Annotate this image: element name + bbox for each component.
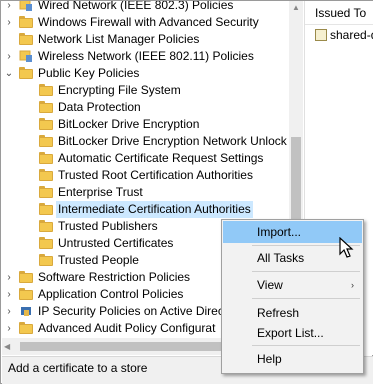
folder-icon bbox=[19, 67, 33, 79]
tree-item-label: Intermediate Certification Authorities bbox=[56, 201, 253, 218]
tree-item-label: Encrypting File System bbox=[58, 83, 181, 97]
tree-item[interactable]: Automatic Certificate Request Settings bbox=[2, 150, 289, 167]
folder-icon bbox=[39, 118, 53, 130]
certificate-icon bbox=[315, 29, 327, 41]
horizontal-scroll-thumb[interactable] bbox=[20, 342, 242, 351]
expand-chevron-icon bbox=[23, 218, 35, 235]
tree-item[interactable]: Encrypting File System bbox=[2, 82, 289, 99]
expand-chevron-icon bbox=[23, 99, 35, 116]
expand-chevron-icon bbox=[23, 82, 35, 99]
tree-item-label: Public Key Policies bbox=[38, 66, 140, 80]
menu-separator bbox=[252, 271, 360, 272]
tree-item[interactable]: Data Protection bbox=[2, 99, 289, 116]
expand-chevron-icon[interactable]: › bbox=[3, 286, 15, 303]
network-policy-icon bbox=[19, 50, 32, 62]
context-menu-item-help[interactable]: Help bbox=[223, 348, 362, 370]
menu-separator bbox=[252, 345, 360, 346]
folder-icon bbox=[39, 203, 53, 215]
tree-item-label: Trusted Publishers bbox=[58, 219, 158, 233]
tree-item[interactable]: › Wired Network (IEEE 802.3) Policies bbox=[2, 1, 289, 14]
mouse-pointer-icon bbox=[339, 237, 354, 258]
context-menu-item-label: View bbox=[257, 278, 283, 292]
expand-chevron-icon bbox=[23, 133, 35, 150]
expand-chevron-icon bbox=[23, 150, 35, 167]
tree-item-label: Data Protection bbox=[58, 100, 141, 114]
context-menu-item-view[interactable]: View › bbox=[223, 274, 362, 296]
tree-item-label: Windows Firewall with Advanced Security bbox=[38, 15, 259, 29]
tree-item-label: Automatic Certificate Request Settings bbox=[58, 151, 264, 165]
tree-item-label: Trusted Root Certification Authorities bbox=[58, 168, 253, 182]
folder-icon bbox=[19, 16, 33, 28]
folder-icon bbox=[39, 186, 53, 198]
expand-chevron-icon[interactable]: › bbox=[3, 14, 15, 31]
expand-chevron-icon bbox=[23, 167, 35, 184]
tree-item-label: Enterprise Trust bbox=[58, 185, 143, 199]
tree-item[interactable]: Enterprise Trust bbox=[2, 184, 289, 201]
folder-icon bbox=[19, 288, 33, 300]
menu-separator bbox=[252, 298, 360, 299]
context-menu-item-refresh[interactable]: Refresh bbox=[223, 302, 362, 324]
tree-item-label: Wireless Network (IEEE 802.11) Policies bbox=[38, 49, 254, 63]
expand-chevron-icon[interactable]: › bbox=[3, 303, 15, 320]
tree-item-label: Untrusted Certificates bbox=[58, 236, 174, 250]
column-header-issued-to[interactable]: Issued To bbox=[305, 1, 373, 25]
tree-item-label: Software Restriction Policies bbox=[38, 270, 191, 284]
folder-icon bbox=[39, 101, 53, 113]
mmc-window: › Wired Network (IEEE 802.3) Policies › Win… bbox=[0, 0, 373, 384]
certificate-label: shared-d bbox=[330, 28, 373, 42]
context-menu-item-label: Help bbox=[257, 352, 282, 366]
folder-icon bbox=[19, 33, 33, 45]
tree-item[interactable]: ⌄ Public Key Policies bbox=[2, 65, 289, 82]
tree-item[interactable]: Trusted Root Certification Authorities bbox=[2, 167, 289, 184]
network-policy-icon bbox=[19, 1, 32, 11]
folder-icon bbox=[39, 152, 53, 164]
expand-chevron-icon[interactable]: › bbox=[3, 48, 15, 65]
expand-chevron-icon[interactable]: › bbox=[3, 269, 15, 286]
context-menu-item-label: All Tasks bbox=[257, 251, 305, 265]
expand-chevron-icon bbox=[23, 201, 35, 218]
expand-chevron-icon[interactable]: › bbox=[3, 1, 15, 14]
folder-icon bbox=[19, 271, 33, 283]
tree-item[interactable]: Intermediate Certification Authorities bbox=[2, 201, 289, 218]
status-text: Add a certificate to a store bbox=[8, 361, 148, 375]
tree-item-label: BitLocker Drive Encryption bbox=[58, 117, 200, 131]
tree-item[interactable]: › Wireless Network (IEEE 802.11) Policies bbox=[2, 48, 289, 65]
folder-icon bbox=[39, 169, 53, 181]
folder-icon bbox=[39, 84, 53, 96]
scroll-up-icon[interactable]: ▲ bbox=[289, 1, 303, 15]
expand-chevron-icon bbox=[3, 31, 15, 48]
folder-icon bbox=[39, 237, 53, 249]
tree-item-label: BitLocker Drive Encryption Network Unloc… bbox=[58, 134, 289, 148]
tree-item-label: Advanced Audit Policy Configurat bbox=[38, 321, 216, 335]
tree-item[interactable]: Network List Manager Policies bbox=[2, 31, 289, 48]
expand-chevron-icon bbox=[23, 116, 35, 133]
context-menu-item-label: Refresh bbox=[257, 306, 300, 320]
tree-item-label: Application Control Policies bbox=[38, 287, 184, 301]
tree-item-label: Wired Network (IEEE 802.3) Policies bbox=[38, 1, 234, 12]
tree-item-label: Trusted People bbox=[58, 253, 139, 267]
expand-chevron-icon bbox=[23, 252, 35, 269]
tree-item-label: IP Security Policies on Active Direc bbox=[38, 304, 224, 318]
tree-item-label: Network List Manager Policies bbox=[38, 32, 200, 46]
folder-icon bbox=[19, 322, 33, 334]
folder-icon bbox=[39, 135, 53, 147]
expand-chevron-icon bbox=[23, 184, 35, 201]
folder-icon bbox=[39, 254, 53, 266]
expand-chevron-icon[interactable]: › bbox=[3, 320, 15, 337]
tree-item[interactable]: BitLocker Drive Encryption bbox=[2, 116, 289, 133]
tree-item[interactable]: BitLocker Drive Encryption Network Unloc… bbox=[2, 133, 289, 150]
collapse-chevron-icon[interactable]: ⌄ bbox=[3, 65, 15, 82]
folder-icon bbox=[39, 220, 53, 232]
scroll-left-icon[interactable]: ◀ bbox=[4, 338, 10, 355]
context-menu-item-label: Import... bbox=[257, 225, 302, 239]
context-menu-item-export-list[interactable]: Export List... bbox=[223, 322, 362, 344]
tree-item[interactable]: › Windows Firewall with Advanced Security bbox=[2, 14, 289, 31]
context-menu-item-label: Export List... bbox=[257, 326, 324, 340]
ip-security-icon bbox=[21, 307, 31, 316]
submenu-arrow-icon: › bbox=[351, 280, 354, 290]
vertical-scroll-thumb[interactable] bbox=[291, 137, 301, 232]
expand-chevron-icon bbox=[23, 235, 35, 252]
